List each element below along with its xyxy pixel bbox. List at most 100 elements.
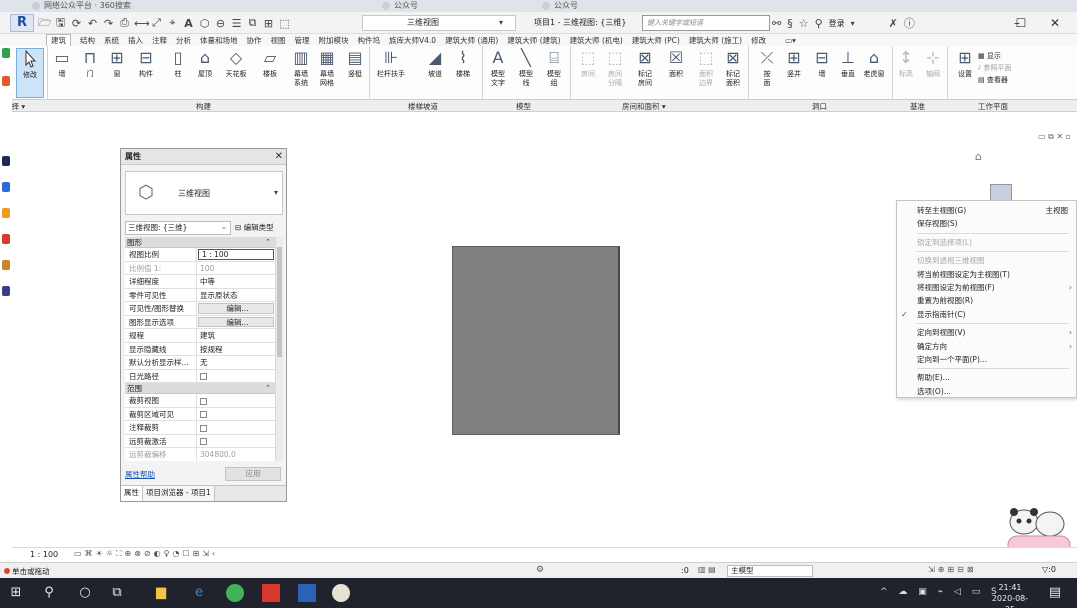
scroll-thumb[interactable]: [277, 247, 282, 357]
ribbon-button[interactable]: ⊟ 构件: [132, 48, 160, 98]
edge-icon[interactable]: e: [190, 584, 208, 602]
instance-filter-select[interactable]: 三维视图: {三维}: [125, 221, 231, 235]
menu-item[interactable]: 转至主视图(G) 主视图: [897, 204, 1077, 217]
tag-icon[interactable]: ⌖: [166, 16, 179, 30]
filter-count[interactable]: ▽:0: [1042, 565, 1056, 574]
view-scale[interactable]: 1 : 100: [30, 550, 58, 559]
ribbon-button[interactable]: ▭ 墙: [48, 48, 76, 98]
property-checkbox[interactable]: [197, 394, 275, 407]
tab-project-browser[interactable]: 项目浏览器 - 项目1: [143, 486, 215, 501]
workset-icon[interactable]: ⚙: [536, 565, 544, 575]
checkbox[interactable]: [200, 438, 207, 445]
menu-item[interactable]: 将当前视图设定为主视图(T): [897, 268, 1077, 281]
section-icon[interactable]: ⊖: [214, 17, 227, 30]
tab-annotate[interactable]: 注释: [152, 35, 167, 46]
apply-button[interactable]: 应用: [225, 467, 281, 481]
browser-tab[interactable]: 网络公众平台 · 360搜索: [28, 0, 131, 12]
menu-item[interactable]: 将视图设定为前视图(F) ›: [897, 281, 1077, 294]
tab-addins[interactable]: 附加模块: [319, 35, 349, 46]
type-selector[interactable]: ⬡ 三维视图 ▾: [125, 171, 283, 215]
ref-plane-button[interactable]: ⫽ 参照平面: [978, 62, 1011, 74]
menu-item[interactable]: 选项(O)...: [897, 385, 1077, 398]
notification-icon[interactable]: ▤: [1046, 584, 1064, 602]
tab-structure[interactable]: 结构: [80, 35, 95, 46]
menu-item[interactable]: 确定方向 ›: [897, 340, 1077, 353]
app-logo[interactable]: R: [10, 14, 34, 32]
menu-item[interactable]: 定向到视图(V) ›: [897, 326, 1077, 339]
viewer-button[interactable]: ▤ 查看器: [978, 74, 1011, 86]
tab-master-construction[interactable]: 建筑大师 (施工): [689, 35, 742, 46]
app-icon[interactable]: [2, 286, 10, 296]
tab-master-mep[interactable]: 建筑大师 (机电): [570, 35, 623, 46]
property-value[interactable]: 1 : 100: [198, 249, 274, 260]
close-hidden-icon[interactable]: ⧉: [246, 16, 259, 30]
property-checkbox[interactable]: [197, 421, 275, 434]
ribbon-button[interactable]: ╲ 模型 线: [512, 48, 540, 98]
redo-icon[interactable]: ↷: [102, 17, 115, 30]
ribbon-button[interactable]: ⬚ 面积 边界: [692, 48, 720, 98]
checkbox[interactable]: [200, 373, 207, 380]
acrobat-icon[interactable]: [262, 584, 280, 602]
ribbon-button[interactable]: ⊞ 竖井: [780, 48, 808, 98]
ribbon-button[interactable]: ⌇ 楼梯: [449, 48, 477, 98]
close-icon[interactable]: ✕: [275, 151, 283, 162]
measure-icon[interactable]: ⟷: [134, 17, 150, 30]
ribbon-button[interactable]: ⌸ 模型 组: [540, 48, 568, 98]
help-search-input[interactable]: 键入关键字或短语: [642, 15, 770, 31]
user-icon[interactable]: ⚲: [815, 17, 823, 30]
tab-insert[interactable]: 插入: [128, 35, 143, 46]
ribbon-button[interactable]: ⊥ 垂直: [834, 48, 862, 98]
thin-lines-icon[interactable]: ☰: [230, 17, 243, 30]
property-checkbox[interactable]: [197, 370, 275, 383]
sync-icon[interactable]: ⟳: [70, 17, 83, 30]
ribbon-button[interactable]: ◇ 天花板: [222, 48, 250, 98]
tab-master-arch[interactable]: 建筑大师 (建筑): [507, 35, 560, 46]
ribbon-button[interactable]: ⌂ 屋顶: [191, 48, 219, 98]
ribbon-button[interactable]: ▯ 柱: [164, 48, 192, 98]
property-group-header[interactable]: 图形 ⌃: [125, 237, 275, 248]
design-option-select[interactable]: 主模型: [727, 565, 813, 577]
ribbon-button[interactable]: ▱ 楼板: [256, 48, 284, 98]
browser-tab[interactable]: 公众号: [538, 0, 578, 12]
ribbon-button[interactable]: ⊠ 标记 面积: [719, 48, 747, 98]
avatar-app-icon[interactable]: [332, 584, 350, 602]
binoculars-icon[interactable]: ⚯: [772, 17, 781, 30]
view-control-icons[interactable]: ▭⌘☀☼⛶⊕⊗⊘◐♀◔☐⊞⇲‹: [74, 549, 218, 559]
help-icon[interactable]: ⓘ: [904, 15, 915, 31]
ribbon-button[interactable]: ⊓ 门: [76, 48, 104, 98]
save-icon[interactable]: 🖫: [54, 14, 67, 33]
tab-manage[interactable]: 管理: [295, 35, 310, 46]
ribbon-button[interactable]: ▦ 幕墙 网格: [313, 48, 341, 98]
app-icon[interactable]: [2, 48, 10, 58]
ribbon-button[interactable]: ⊹ 轴网: [919, 48, 947, 98]
tab-analyze[interactable]: 分析: [176, 35, 191, 46]
property-scrollbar[interactable]: [275, 237, 283, 461]
system-tray-icons[interactable]: ^ ☁ ▣ ⌁ ◁ ▭ S: [880, 587, 1001, 597]
app-icon[interactable]: [2, 76, 10, 86]
tab-master-general[interactable]: 建筑大师 (通用): [445, 35, 498, 46]
3d-model-box[interactable]: [452, 246, 620, 435]
ribbon-button[interactable]: ⌂ 老虎窗: [860, 48, 888, 98]
tab-component-dock[interactable]: 构件坞: [358, 35, 381, 46]
maximize-button-glyph[interactable]: ☐: [1006, 14, 1036, 32]
exchange-icon[interactable]: ✗: [889, 17, 898, 30]
menu-item[interactable]: 重置为前视图(R): [897, 294, 1077, 307]
open-icon[interactable]: 🗁: [38, 14, 52, 33]
app-icon[interactable]: [2, 208, 10, 218]
property-edit-button[interactable]: 编辑...: [198, 303, 274, 314]
home-view-icon[interactable]: ⌂: [975, 150, 982, 163]
collapse-icon[interactable]: ⌃: [265, 383, 271, 394]
ribbon-button[interactable]: ⬚ 房间 分隔: [601, 48, 629, 98]
property-checkbox[interactable]: [197, 435, 275, 448]
chevron-down-icon[interactable]: ▾: [851, 19, 855, 28]
switch-window-icon[interactable]: ⊞: [262, 17, 275, 30]
tab-properties[interactable]: 属性: [121, 486, 143, 501]
star-icon[interactable]: ☆: [799, 17, 809, 30]
search-icon[interactable]: ⚲: [40, 584, 58, 602]
login-button[interactable]: 登录: [829, 18, 845, 29]
subscription-icon[interactable]: §: [787, 17, 793, 30]
tab-view[interactable]: 视图: [271, 35, 286, 46]
cortana-icon[interactable]: ○: [76, 584, 94, 602]
design-options-icon[interactable]: ▥ ▤: [698, 565, 716, 574]
select-icon[interactable]: ⬚: [278, 17, 291, 30]
